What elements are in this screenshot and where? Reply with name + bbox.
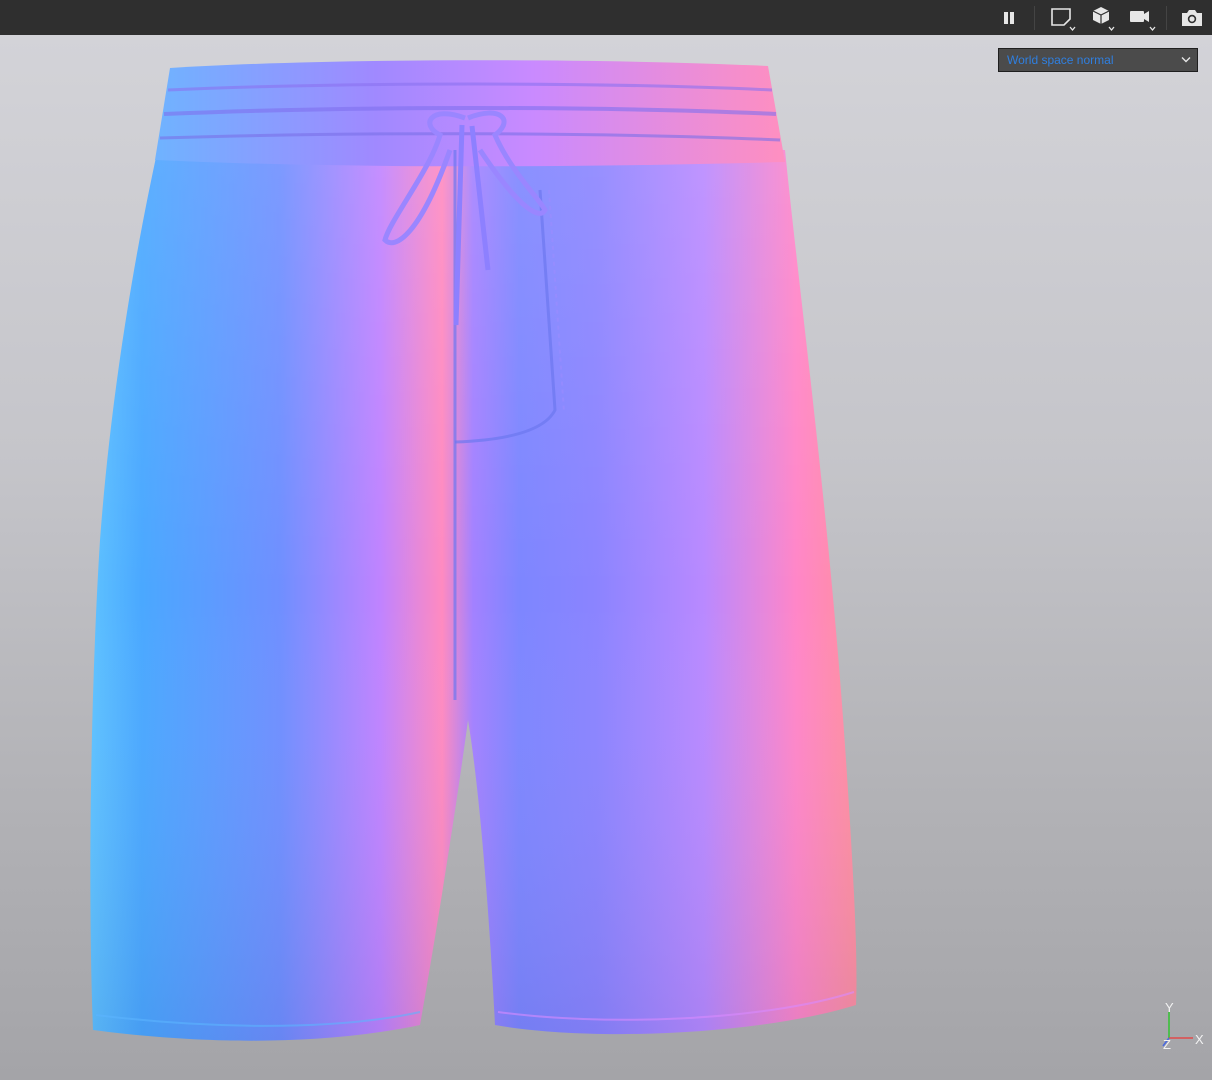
snapshot-button[interactable]	[1174, 0, 1210, 35]
axis-x-label: X	[1195, 1032, 1204, 1047]
axis-gizmo: Y X Z	[1162, 1000, 1204, 1052]
chevron-down-icon	[1181, 57, 1191, 63]
video-camera-icon	[1130, 10, 1156, 31]
pause-icon	[1004, 11, 1014, 24]
pause-button[interactable]	[991, 0, 1027, 35]
render-mode-select[interactable]: World space normal	[998, 48, 1198, 72]
axis-z-label: Z	[1163, 1037, 1171, 1052]
display-menu-button[interactable]	[1084, 0, 1120, 35]
cube-icon	[1092, 6, 1115, 31]
axis-y-label: Y	[1165, 1000, 1174, 1015]
render-mode-value: World space normal	[1007, 53, 1114, 67]
view-frame-icon	[1051, 7, 1076, 31]
photo-camera-icon	[1182, 9, 1202, 26]
viewport-toolbar	[0, 0, 1212, 35]
camera-menu-button[interactable]	[1124, 0, 1160, 35]
view-menu-button[interactable]	[1044, 0, 1080, 35]
shorts-3d-model[interactable]	[0, 35, 1212, 1080]
